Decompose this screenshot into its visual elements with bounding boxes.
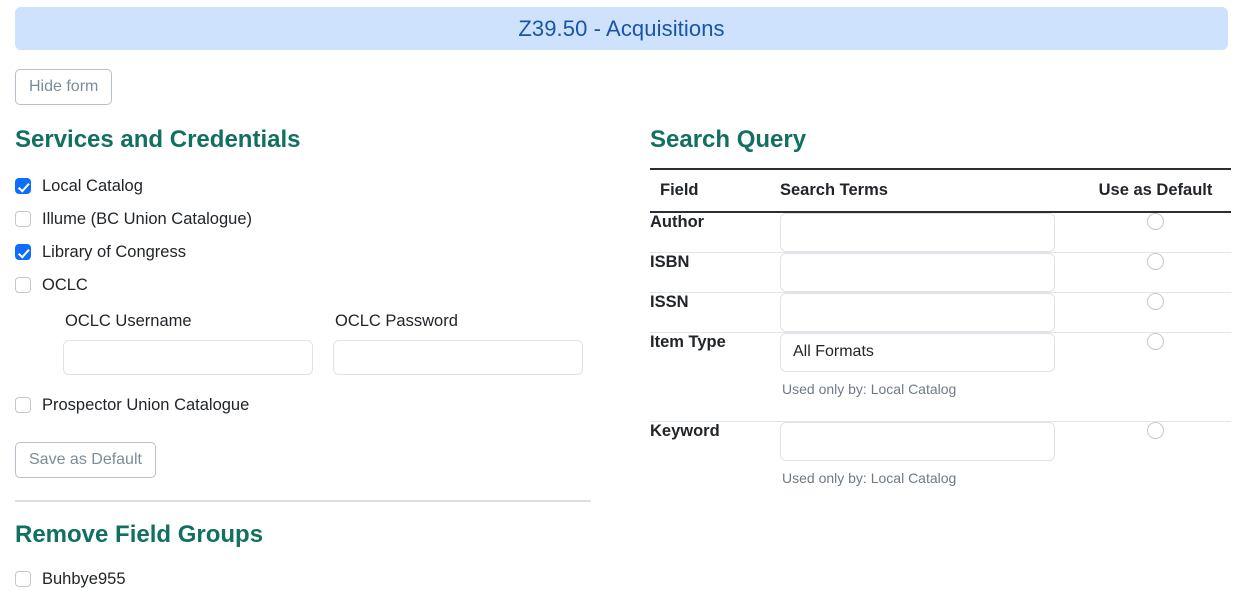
row-default-isbn bbox=[1080, 252, 1231, 293]
row-terms-isbn bbox=[780, 252, 1080, 293]
row-terms-item-type: Used only by: Local Catalog bbox=[780, 332, 1080, 422]
row-field-author: Author bbox=[650, 211, 780, 253]
service-label[interactable]: Prospector Union Catalogue bbox=[42, 396, 249, 415]
services-heading: Services and Credentials bbox=[15, 126, 301, 153]
oclc-password-label: OCLC Password bbox=[335, 311, 458, 330]
radio-default-author[interactable] bbox=[1147, 212, 1164, 230]
keyword-hint: Used only by: Local Catalog bbox=[782, 469, 957, 486]
save-as-default-button[interactable]: Save as Default bbox=[15, 442, 156, 479]
row-default-issn bbox=[1080, 292, 1231, 333]
item-type-select[interactable] bbox=[780, 332, 1055, 372]
checkbox-library-of-congress[interactable] bbox=[15, 244, 31, 261]
remove-field-groups-heading: Remove Field Groups bbox=[15, 521, 264, 548]
row-terms-author bbox=[780, 211, 1080, 253]
field-group-label[interactable]: Buhbye955 bbox=[42, 570, 126, 589]
row-terms-keyword: Used only by: Local Catalog bbox=[780, 421, 1080, 510]
search-input-author[interactable] bbox=[780, 212, 1055, 252]
search-input-issn[interactable] bbox=[780, 292, 1055, 332]
oclc-password-group: OCLC Password bbox=[333, 312, 583, 375]
search-input-isbn[interactable] bbox=[780, 252, 1055, 292]
row-field-isbn: ISBN bbox=[650, 252, 780, 293]
section-divider bbox=[15, 500, 591, 502]
search-query-table-body: Author ISBN ISSN Item Type All Formats U… bbox=[650, 211, 1231, 510]
service-row-oclc[interactable]: OCLC bbox=[15, 269, 627, 302]
radio-default-isbn[interactable] bbox=[1147, 252, 1164, 270]
z3950-acquisitions-page: Z39.50 - Acquisitions Hide form Services… bbox=[0, 0, 1246, 614]
row-default-keyword bbox=[1080, 421, 1231, 510]
service-label[interactable]: Library of Congress bbox=[42, 243, 186, 262]
radio-default-item-type[interactable] bbox=[1147, 332, 1164, 350]
row-terms-issn bbox=[780, 292, 1080, 333]
page-title: Z39.50 - Acquisitions bbox=[518, 15, 725, 41]
table-row: Keyword Used only by: Local Catalog bbox=[650, 421, 1231, 510]
column-header-use-as-default: Use as Default bbox=[1080, 167, 1231, 213]
table-row: ISSN bbox=[650, 292, 1231, 333]
remove-field-groups-section: Remove Field Groups Buhbye955 bbox=[15, 521, 615, 596]
oclc-username-group: OCLC Username bbox=[63, 312, 313, 375]
search-query-column: Search Query Field Search Terms Use as D… bbox=[650, 126, 1231, 510]
service-row-local-catalog[interactable]: Local Catalog bbox=[15, 170, 627, 203]
search-input-keyword[interactable] bbox=[780, 421, 1055, 461]
radio-default-keyword[interactable] bbox=[1147, 421, 1164, 439]
remove-field-groups-list: Buhbye955 bbox=[15, 563, 615, 596]
page-banner: Z39.50 - Acquisitions bbox=[15, 7, 1228, 50]
table-row: Author bbox=[650, 211, 1231, 253]
oclc-credentials: OCLC Username OCLC Password bbox=[63, 312, 627, 375]
services-checkbox-list: Local Catalog Illume (BC Union Catalogue… bbox=[15, 170, 627, 302]
field-group-row-buhbye955[interactable]: Buhbye955 bbox=[15, 563, 615, 596]
checkbox-buhbye955[interactable] bbox=[15, 571, 31, 588]
row-field-keyword: Keyword bbox=[650, 421, 720, 440]
radio-default-issn[interactable] bbox=[1147, 292, 1164, 310]
checkbox-oclc[interactable] bbox=[15, 277, 31, 294]
service-row-library-of-congress[interactable]: Library of Congress bbox=[15, 236, 627, 269]
item-type-hint: Used only by: Local Catalog bbox=[782, 380, 957, 397]
services-column: Services and Credentials Local Catalog I… bbox=[15, 126, 627, 422]
oclc-username-label: OCLC Username bbox=[65, 311, 192, 330]
column-header-search-terms: Search Terms bbox=[780, 167, 1080, 213]
row-field-issn: ISSN bbox=[650, 292, 780, 333]
service-label[interactable]: Local Catalog bbox=[42, 177, 143, 196]
row-field-item-type: Item Type bbox=[650, 332, 780, 422]
checkbox-prospector[interactable] bbox=[15, 397, 31, 414]
oclc-password-input[interactable] bbox=[333, 339, 583, 375]
oclc-username-input[interactable] bbox=[63, 339, 313, 375]
search-query-table: Field Search Terms Use as Default Author bbox=[650, 167, 1231, 510]
service-label[interactable]: Illume (BC Union Catalogue) bbox=[42, 210, 252, 229]
row-default-author bbox=[1080, 211, 1231, 253]
row-default-item-type bbox=[1080, 332, 1231, 422]
service-label[interactable]: OCLC bbox=[42, 276, 88, 295]
table-header-row: Field Search Terms Use as Default bbox=[650, 167, 1231, 213]
service-row-illume[interactable]: Illume (BC Union Catalogue) bbox=[15, 203, 627, 236]
hide-form-button[interactable]: Hide form bbox=[15, 69, 113, 106]
table-row: Item Type Used only by: Local Catalog bbox=[650, 332, 1231, 422]
search-query-heading: Search Query bbox=[650, 126, 807, 153]
service-row-prospector[interactable]: Prospector Union Catalogue bbox=[15, 389, 627, 422]
search-query-table-head: Field Search Terms Use as Default bbox=[650, 167, 1231, 213]
table-row: ISBN bbox=[650, 252, 1231, 293]
checkbox-local-catalog[interactable] bbox=[15, 178, 31, 195]
checkbox-illume[interactable] bbox=[15, 211, 31, 228]
column-header-field: Field bbox=[650, 167, 780, 213]
